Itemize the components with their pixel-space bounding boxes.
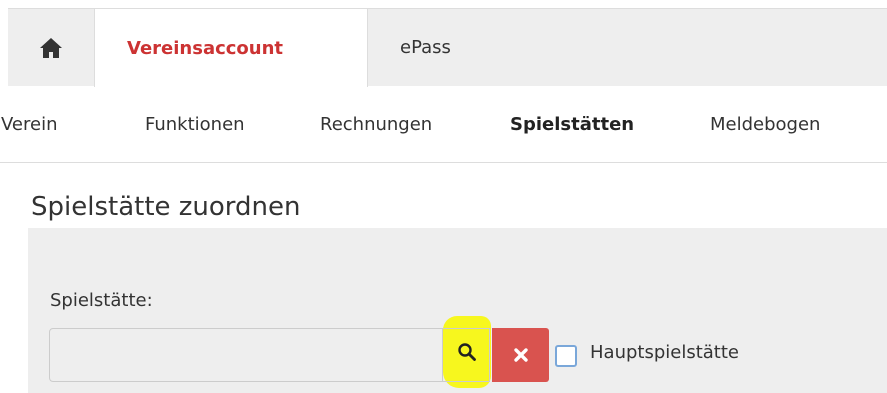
top-tab-bar: Vereinsaccount ePass (8, 8, 887, 87)
subnav-item-rechnungen[interactable]: Rechnungen (320, 86, 432, 163)
subnav-item-funktionen[interactable]: Funktionen (145, 86, 245, 163)
tab-vereinsaccount[interactable]: Vereinsaccount (94, 8, 368, 87)
hauptspielstaette-label[interactable]: Hauptspielstätte (590, 342, 739, 363)
subnav-item-spielstaetten[interactable]: Spielstätten (510, 86, 634, 163)
tab-epass-label: ePass (400, 37, 451, 58)
search-button[interactable] (443, 316, 491, 388)
tab-epass[interactable]: ePass (368, 9, 451, 86)
subnav-item-meldebogen[interactable]: Meldebogen (710, 86, 820, 163)
clear-button[interactable] (492, 328, 549, 382)
spielstaette-label: Spielstätte: (50, 290, 153, 311)
home-tab[interactable] (8, 9, 94, 86)
sub-navigation: Verein Funktionen Rechnungen Spielstätte… (0, 86, 887, 163)
spielstaette-input[interactable] (49, 328, 443, 382)
tab-vereinsaccount-label: Vereinsaccount (127, 37, 284, 59)
search-icon (458, 343, 476, 361)
hauptspielstaette-checkbox[interactable] (555, 345, 577, 367)
close-icon (513, 348, 528, 362)
subnav-item-verein[interactable]: Verein (1, 86, 57, 163)
section-title: Spielstätte zuordnen (31, 192, 301, 222)
home-icon (40, 37, 62, 58)
